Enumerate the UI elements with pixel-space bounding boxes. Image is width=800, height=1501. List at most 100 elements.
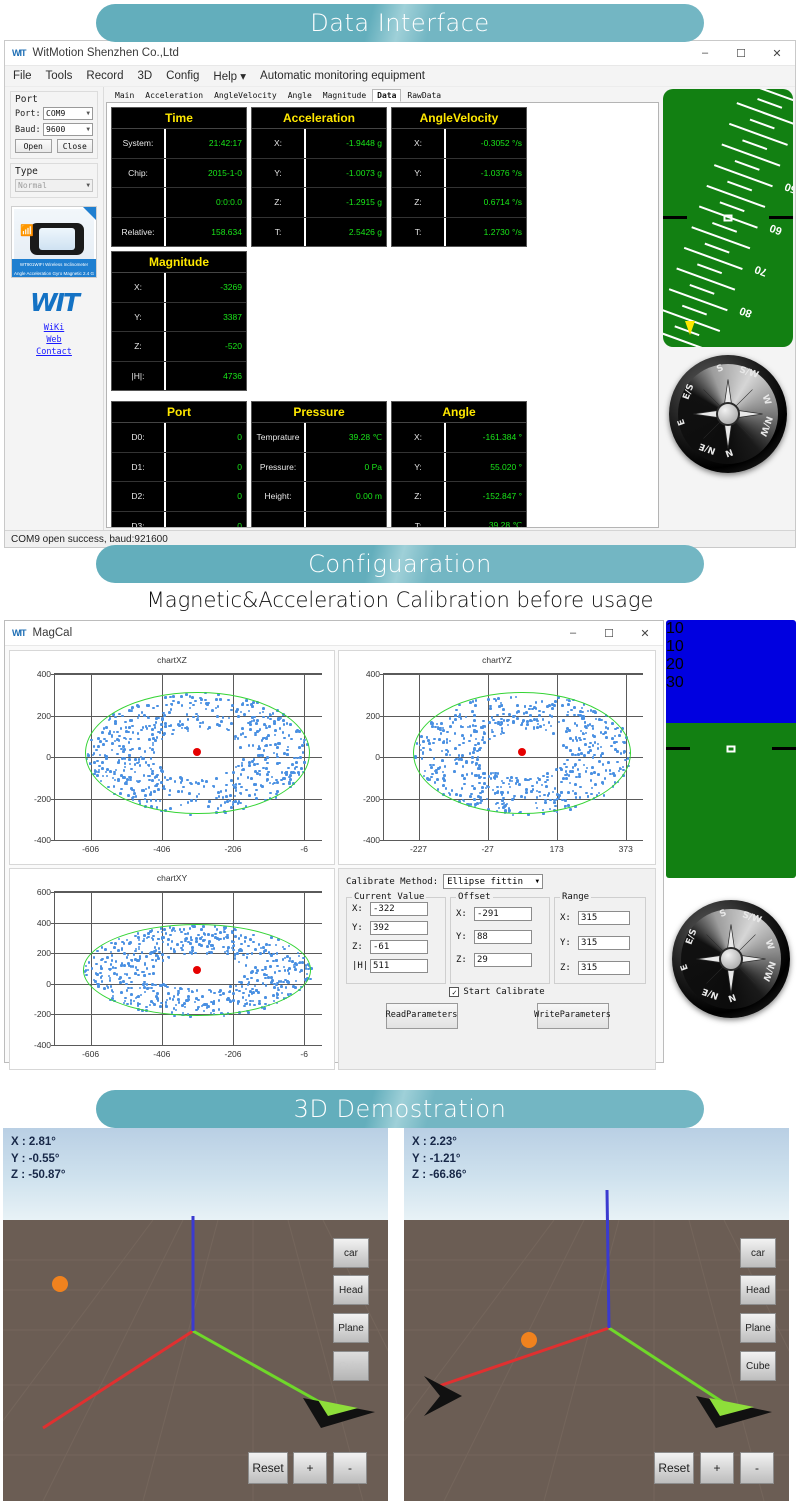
offset-x-input[interactable] (474, 907, 532, 921)
type-select[interactable]: Normal ▼ (15, 179, 93, 192)
tab-main[interactable]: Main (110, 89, 139, 102)
data-table-anglevelocity-2: AngleVelocity X: -0.3052 °/s Y: -1.0376 °/s Z… (391, 107, 527, 247)
row-value: 0 (166, 511, 246, 527)
current-value-fieldset: Current Value X: Y: Z: |H|: (346, 892, 446, 984)
range-x-label: X: (560, 913, 571, 923)
sun-light-icon (52, 1276, 68, 1292)
3d-viewport-left[interactable]: X : 2.81° Y : -0.55° Z : -50.87° X Z car… (3, 1128, 388, 1501)
magcal-window-controls: – ☐ ✕ (555, 621, 663, 646)
current-z-input[interactable] (370, 940, 428, 954)
row-value: 0.00 m (306, 482, 386, 511)
range-z-input[interactable] (578, 961, 630, 975)
tab-magnitude[interactable]: Magnitude (318, 89, 371, 102)
gridline-h (384, 674, 643, 675)
model-button-plane-right[interactable]: Plane (740, 1313, 776, 1343)
menu-item-3d[interactable]: 3D (137, 70, 152, 82)
row-value: -520 (166, 332, 246, 361)
port-select[interactable]: COM9 ▼ (43, 107, 93, 120)
sidebar-link-web[interactable]: Web (5, 335, 103, 345)
maximize-icon[interactable]: ☐ (591, 621, 627, 646)
tab-rawdata[interactable]: RawData (402, 89, 446, 102)
row-key: X: (252, 129, 306, 158)
y-tick-label: -200 (33, 793, 56, 804)
row-value: 1.2730 °/s (446, 217, 526, 246)
scatter-point (308, 977, 312, 981)
row-value (306, 511, 386, 527)
row-key: Z: (392, 482, 446, 511)
current-x-input[interactable] (370, 902, 428, 916)
y-tick-label: 200 (36, 710, 56, 721)
range-y-row: Y: (560, 936, 640, 950)
model-button-car-right[interactable]: car (740, 1238, 776, 1268)
open-button[interactable]: Open (15, 139, 52, 153)
tab-acceleration[interactable]: Acceleration (140, 89, 208, 102)
y-tick-label: -200 (33, 1009, 56, 1020)
baud-select[interactable]: 9600 ▼ (43, 123, 93, 136)
offset-fieldset: Offset X: Y: Z: (450, 892, 550, 984)
chart-xy-title: chartXY (156, 873, 188, 883)
close-button[interactable]: Close (56, 139, 93, 153)
sidebar-link-wiki[interactable]: WiKi (5, 323, 103, 333)
menu-item-tools[interactable]: Tools (46, 70, 73, 82)
menu-item-config[interactable]: Config (166, 70, 199, 82)
zoom-in-button-right[interactable]: + (700, 1452, 734, 1484)
current-h-input[interactable] (370, 959, 428, 973)
range-y-input[interactable] (578, 936, 630, 950)
reset-button-right[interactable]: Reset (654, 1452, 694, 1484)
row-key: Chip: (112, 158, 166, 187)
tab-anglevelocity[interactable]: AngleVelocity (209, 89, 282, 102)
model-button-head-right[interactable]: Head (740, 1275, 776, 1305)
y-tick-label: 400 (36, 917, 56, 928)
sidebar-link-contact[interactable]: Contact (5, 347, 103, 357)
chart-xz-title: chartXZ (157, 655, 187, 665)
model-button-head-left[interactable]: Head (333, 1275, 369, 1305)
table-title: Pressure (252, 402, 386, 423)
model-button-cube-left[interactable]: Cube (333, 1351, 369, 1381)
menu-item-file[interactable]: File (13, 70, 32, 82)
zoom-in-button-left[interactable]: + (293, 1452, 327, 1484)
offset-y-input[interactable] (474, 930, 532, 944)
row-value: 0 Pa (306, 452, 386, 481)
tab-angle[interactable]: Angle (283, 89, 317, 102)
menu-item-automatic-monitoring-equipment[interactable]: Automatic monitoring equipment (260, 70, 425, 82)
calibrate-method-select[interactable]: Ellipse fittin ▼ (443, 874, 544, 889)
maximize-icon[interactable]: ☐ (723, 41, 759, 66)
zoom-out-button-left[interactable]: - (333, 1452, 367, 1484)
read-parameters-button[interactable]: Read Parameters (385, 1003, 458, 1029)
table-row: Y: -1.0073 g (252, 158, 386, 188)
attitude-indicator-2: 10 10 20 30 (666, 620, 796, 878)
wifi-icon: 📶 (20, 225, 34, 237)
model-button-cube-right[interactable]: Cube (740, 1351, 776, 1381)
3d-viewport-right[interactable]: X : 2.23° Y : -1.21° Z : -66.86° X Z car… (404, 1128, 789, 1501)
table-title: Magnitude (112, 252, 246, 273)
x-tick-label: -206 (224, 1049, 242, 1059)
offset-z-label: Z: (456, 955, 467, 965)
range-x-row: X: (560, 911, 640, 925)
model-button-plane-left[interactable]: Plane (333, 1313, 369, 1343)
close-icon[interactable]: ✕ (759, 41, 795, 66)
zoom-out-button-right[interactable]: - (740, 1452, 774, 1484)
port-buttons: Open Close (15, 139, 93, 153)
y-tick-label: 0 (46, 978, 55, 989)
close-icon[interactable]: ✕ (627, 621, 663, 646)
tab-data[interactable]: Data (372, 89, 402, 102)
current-y-input[interactable] (370, 921, 428, 935)
range-x-input[interactable] (578, 911, 630, 925)
offset-z-input[interactable] (474, 953, 532, 967)
menu-item-record[interactable]: Record (86, 70, 123, 82)
angle-readout-left: X : 2.81° Y : -0.55° Z : -50.87° (11, 1134, 65, 1184)
reset-button-left[interactable]: Reset (248, 1452, 288, 1484)
row-key: D1: (112, 452, 166, 481)
write-parameters-button[interactable]: Write Parameters (534, 1003, 611, 1029)
minimize-icon[interactable]: – (687, 41, 723, 66)
minimize-icon[interactable]: – (555, 621, 591, 646)
pitch-tick (704, 242, 730, 254)
table-row: Z: -1.2915 g (252, 188, 386, 218)
title-bar: WIT WitMotion Shenzhen Co.,Ltd – ☐ ✕ (5, 41, 795, 66)
start-calibrate-checkbox[interactable]: ✓ (449, 987, 460, 997)
start-calibrate-row: ✓ Start Calibrate (346, 987, 648, 997)
range-fieldset: Range X: Y: Z: (554, 892, 646, 984)
menu-item-help[interactable]: Help ▾ (213, 69, 246, 83)
model-button-car-left[interactable]: car (333, 1238, 369, 1268)
table-row: Chip: 2015-1-0 (112, 158, 246, 188)
